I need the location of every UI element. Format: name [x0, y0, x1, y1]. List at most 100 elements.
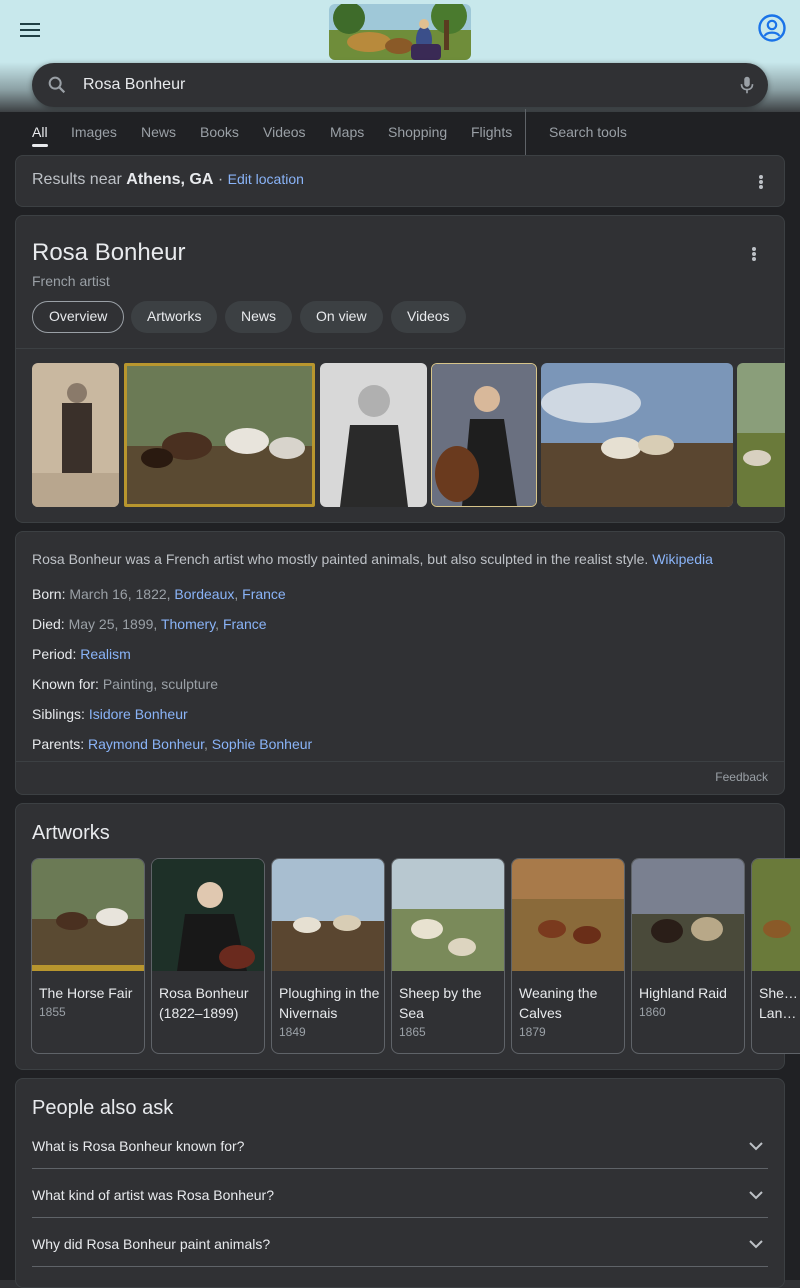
chip-news[interactable]: News [225, 301, 293, 333]
tab-shopping[interactable]: Shopping [388, 124, 447, 140]
edit-location-link[interactable]: Edit location [228, 171, 304, 187]
bordeaux-link[interactable]: Bordeaux [174, 586, 234, 602]
tab-all[interactable]: All [32, 124, 48, 140]
location-more-icon[interactable] [759, 175, 763, 189]
artwork-name: She… Lan… [759, 985, 798, 1021]
artwork-card[interactable]: Highland Raid 1860 [631, 858, 745, 1054]
artwork-thumbnail [272, 859, 384, 971]
fact-born: Born: March 16, 1822, Bordeaux, France [32, 586, 286, 602]
chevron-down-icon [749, 1240, 763, 1249]
tab-books[interactable]: Books [200, 124, 239, 140]
image-landscape[interactable] [737, 363, 785, 507]
fact-value: Painting, sculpture [102, 676, 219, 692]
artwork-thumbnail [752, 859, 800, 971]
menu-icon[interactable] [20, 22, 40, 38]
artwork-name: Weaning the Calves [519, 985, 598, 1021]
chip-videos[interactable]: Videos [391, 301, 466, 333]
location-text: Results near Athens, GA · Edit location [32, 171, 304, 189]
fact-label: Siblings: [32, 706, 85, 722]
fact-value: May 25, 1899, [68, 616, 158, 632]
fact-label: Died: [32, 616, 65, 632]
divider [16, 348, 784, 349]
search-icon[interactable] [46, 74, 68, 96]
fact-label: Parents: [32, 736, 85, 752]
artwork-thumbnail [152, 859, 264, 971]
realism-link[interactable]: Realism [80, 646, 131, 662]
artwork-card[interactable]: She… Lan… [751, 858, 800, 1054]
artwork-thumbnail [512, 859, 624, 971]
artwork-card[interactable]: Sheep by the Sea 1865 [391, 858, 505, 1054]
france-link[interactable]: France [242, 586, 286, 602]
doodle-logo[interactable] [329, 4, 471, 60]
question-text: Why did Rosa Bonheur paint animals? [32, 1236, 271, 1252]
feedback-link[interactable]: Feedback [715, 770, 768, 784]
tab-flights[interactable]: Flights [471, 124, 512, 140]
thomery-link[interactable]: Thomery [161, 616, 215, 632]
artwork-name: Highland Raid [639, 985, 727, 1001]
question-item[interactable]: What is Rosa Bonheur known for? [32, 1120, 768, 1169]
artwork-year: 1865 [399, 1025, 426, 1039]
image-ploughing[interactable] [541, 363, 733, 507]
search-bar[interactable]: Rosa Bonheur [32, 63, 768, 107]
artwork-year: 1879 [519, 1025, 546, 1039]
question-item[interactable]: Why did Rosa Bonheur paint animals? [32, 1218, 768, 1267]
description-text: Rosa Bonheur was a French artist who mos… [32, 551, 649, 567]
chip-artworks[interactable]: Artworks [131, 301, 218, 333]
chip-on-view[interactable]: On view [300, 301, 383, 333]
tab-news[interactable]: News [141, 124, 176, 140]
artwork-year: 1860 [639, 1005, 666, 1019]
image-portrait-with-bull[interactable] [431, 363, 537, 507]
sophie-bonheur-link[interactable]: Sophie Bonheur [212, 736, 312, 752]
artwork-thumbnail [32, 859, 144, 971]
microphone-icon[interactable] [736, 74, 758, 96]
search-tabs: All Images News Books Videos Maps Shoppi… [0, 112, 800, 155]
divider [16, 761, 784, 762]
location-separator: · [217, 171, 224, 188]
tab-maps[interactable]: Maps [330, 124, 364, 140]
artwork-thumbnail [392, 859, 504, 971]
fact-label: Known for: [32, 676, 99, 692]
entity-subtitle: French artist [32, 273, 110, 289]
fact-label: Born: [32, 586, 66, 602]
search-input[interactable]: Rosa Bonheur [83, 76, 185, 94]
artwork-card[interactable]: The Horse Fair 1855 [31, 858, 145, 1054]
question-text: What kind of artist was Rosa Bonheur? [32, 1187, 275, 1203]
tab-search-tools[interactable]: Search tools [549, 124, 627, 140]
fact-label: Period: [32, 646, 77, 662]
raymond-bonheur-link[interactable]: Raymond Bonheur [88, 736, 204, 752]
artwork-name: Sheep by the Sea [399, 985, 482, 1021]
people-also-ask-title: People also ask [32, 1097, 174, 1119]
account-icon[interactable] [757, 13, 787, 43]
image-horse-fair[interactable] [124, 363, 315, 507]
artwork-card[interactable]: Rosa Bonheur (1822–1899) [151, 858, 265, 1054]
tab-videos[interactable]: Videos [263, 124, 306, 140]
fact-siblings: Siblings: Isidore Bonheur [32, 706, 188, 722]
image-photo-portrait-1[interactable] [32, 363, 119, 507]
chevron-down-icon [749, 1191, 763, 1200]
fact-parents: Parents: Raymond Bonheur, Sophie Bonheur [32, 736, 313, 752]
isidore-bonheur-link[interactable]: Isidore Bonheur [89, 706, 188, 722]
question-item[interactable]: What kind of artist was Rosa Bonheur? [32, 1169, 768, 1218]
artwork-card[interactable]: Weaning the Calves 1879 [511, 858, 625, 1054]
entity-title: Rosa Bonheur [32, 239, 186, 266]
wikipedia-link[interactable]: Wikipedia [652, 551, 713, 567]
artwork-year: 1849 [279, 1025, 306, 1039]
france-link[interactable]: France [223, 616, 267, 632]
artwork-name: Ploughing in the Nivernais [279, 985, 380, 1021]
tab-images[interactable]: Images [71, 124, 117, 140]
fact-value: March 16, 1822, [69, 586, 171, 602]
location-place: Athens, GA [126, 171, 214, 188]
artwork-name: Rosa Bonheur (1822–1899) [159, 985, 249, 1021]
artworks-title: Artworks [32, 822, 110, 844]
chip-overview[interactable]: Overview [32, 301, 125, 333]
fact-died: Died: May 25, 1899, Thomery, France [32, 616, 267, 632]
about-card: Rosa Bonheur was a French artist who mos… [15, 531, 785, 795]
artwork-card[interactable]: Ploughing in the Nivernais 1849 [271, 858, 385, 1054]
panel-more-icon[interactable] [752, 247, 756, 261]
active-tab-indicator [32, 144, 48, 147]
artwork-year: 1855 [39, 1005, 66, 1019]
location-prefix: Results near [32, 171, 122, 188]
location-card: Results near Athens, GA · Edit location [15, 155, 785, 207]
image-photo-portrait-2[interactable] [320, 363, 427, 507]
tab-divider [525, 109, 526, 155]
